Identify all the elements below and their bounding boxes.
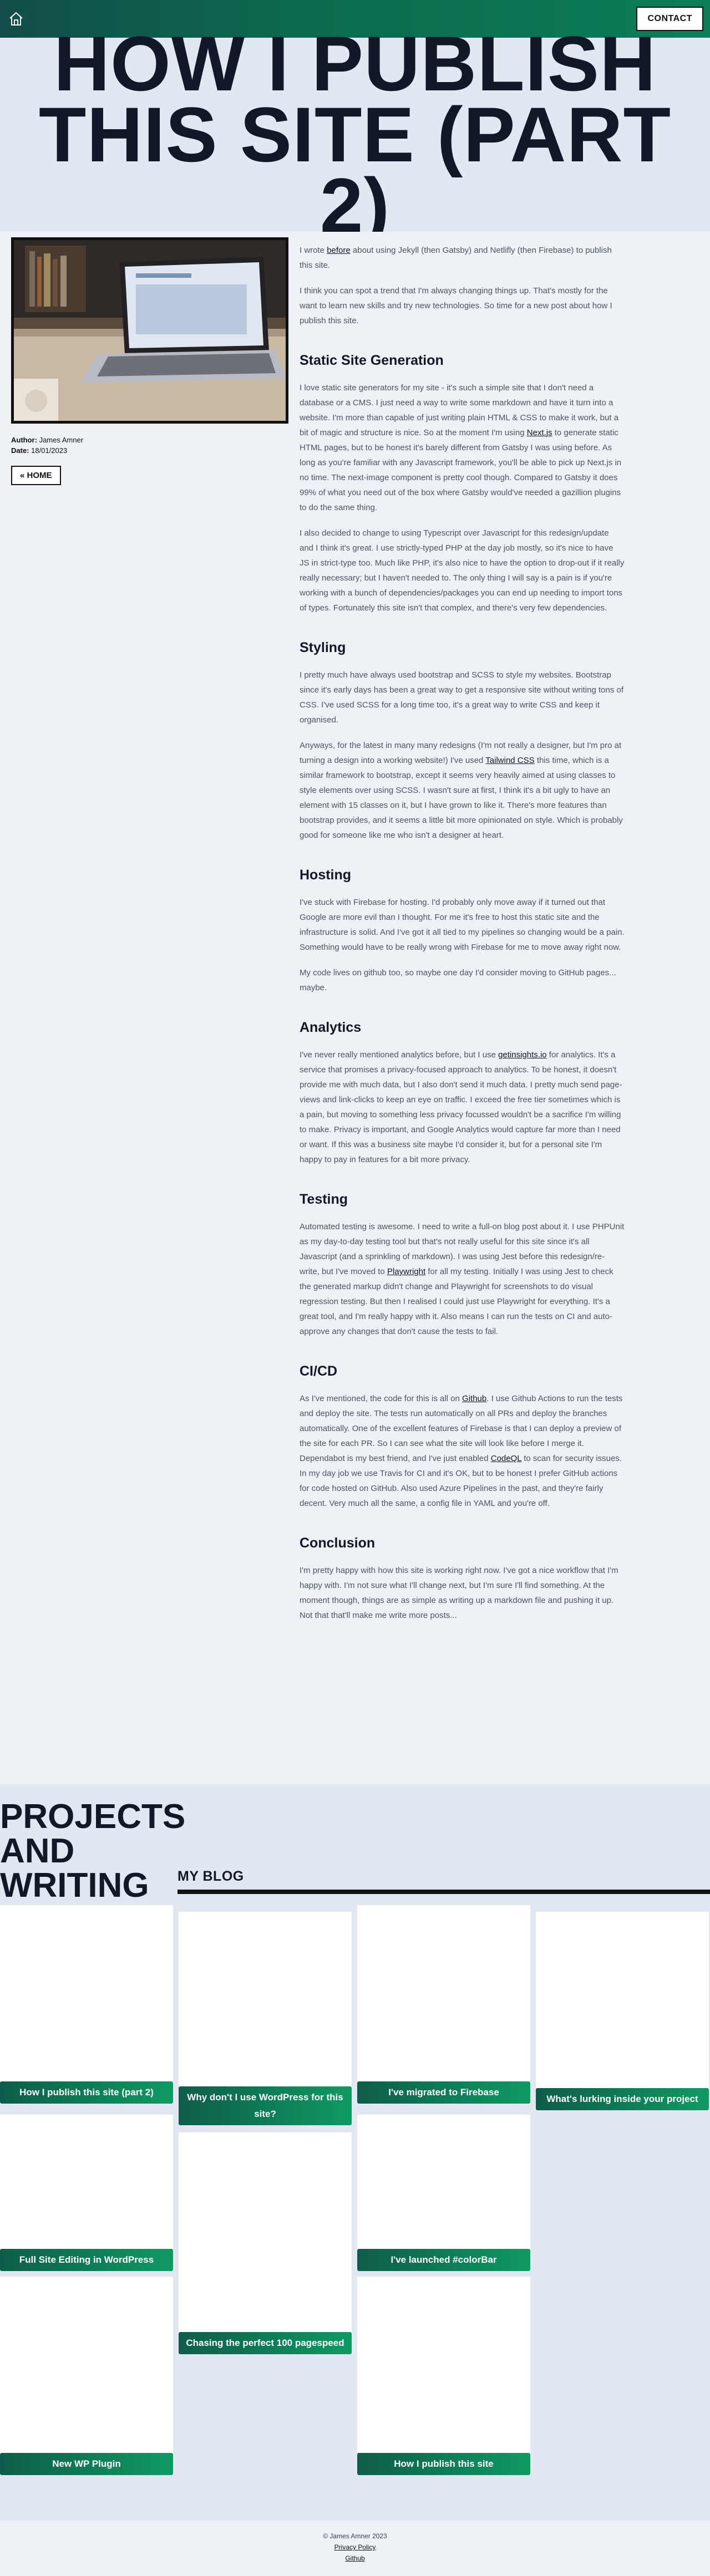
blog-card[interactable]: How I publish this site <box>357 2277 530 2475</box>
divider <box>178 1890 710 1894</box>
paragraph: My code lives on github too, so maybe on… <box>300 968 616 992</box>
blog-card[interactable]: Full Site Editing in WordPress <box>0 2115 173 2271</box>
projects-section: PROJECTS AND WRITING MY BLOG How I publi… <box>0 1784 710 2521</box>
date-line: Date: 18/01/2023 <box>11 446 68 455</box>
home-back-button[interactable]: « HOME <box>11 466 61 485</box>
heading-hosting: Hosting <box>300 867 352 883</box>
blog-card[interactable]: I've migrated to Firebase <box>357 1905 530 2104</box>
heading-testing: Testing <box>300 1192 348 1207</box>
blog-card[interactable]: How I publish this site (part 2) <box>0 1905 173 2104</box>
paragraph: I wrote before about using Jekyll (then … <box>300 246 612 270</box>
article-body: I wrote before about using Jekyll (then … <box>300 243 625 1633</box>
paragraph: I love static site generators for my sit… <box>300 383 622 512</box>
paragraph: As I've mentioned, the code for this is … <box>300 1394 623 1508</box>
article-aside: Author: James Amner Date: 18/01/2023 « H… <box>11 237 288 485</box>
blog-card-title: What's lurking inside your project <box>536 2088 709 2110</box>
heading-cicd: CI/CD <box>300 1363 338 1379</box>
blog-card-title: Full Site Editing in WordPress <box>0 2249 173 2271</box>
nextjs-link[interactable]: Next.js <box>527 428 552 437</box>
post-date: 18/01/2023 <box>31 446 68 455</box>
footer-github-link[interactable]: Github <box>0 2553 710 2564</box>
blog-card[interactable]: I've launched #colorBar <box>357 2115 530 2271</box>
paragraph: Automated testing is awesome. I need to … <box>300 1222 625 1336</box>
hero: HOW I PUBLISH THIS SITE (PART 2) <box>0 25 710 245</box>
author-line: Author: James Amner <box>11 436 84 444</box>
getinsights-link[interactable]: getinsights.io <box>498 1050 547 1060</box>
projects-title: PROJECTS AND WRITING <box>0 1798 186 1905</box>
copyright: © James Amner 2023 <box>323 2532 387 2540</box>
blog-card-title: I've launched #colorBar <box>357 2249 530 2271</box>
my-blog-label: MY BLOG <box>178 1869 244 1884</box>
paragraph: I've stuck with Firebase for hosting. I'… <box>300 898 625 952</box>
blog-card[interactable]: What's lurking inside your project <box>536 1912 709 2110</box>
codeql-link[interactable]: CodeQL <box>491 1454 521 1463</box>
privacy-policy-link[interactable]: Privacy Policy <box>0 2542 710 2553</box>
home-icon[interactable] <box>7 9 26 28</box>
blog-card-title: I've migrated to Firebase <box>357 2081 530 2104</box>
site-footer: © James Amner 2023 Privacy Policy Github <box>0 2521 710 2576</box>
blog-card-title: Chasing the perfect 100 pagespeed <box>179 2332 352 2354</box>
blog-card-title: How I publish this site (part 2) <box>0 2081 173 2104</box>
heading-analytics: Analytics <box>300 1020 362 1035</box>
paragraph: Anyways, for the latest in many many red… <box>300 741 623 840</box>
paragraph: I think you can spot a trend that I'm al… <box>300 286 612 325</box>
before-link[interactable]: before <box>327 246 351 255</box>
blog-card-title: How I publish this site <box>357 2453 530 2475</box>
playwright-link[interactable]: Playwright <box>387 1267 425 1276</box>
author-name: James Amner <box>39 436 84 444</box>
article-section: Author: James Amner Date: 18/01/2023 « H… <box>0 232 710 1784</box>
heading-styling: Styling <box>300 640 346 655</box>
blog-card[interactable]: Why don't I use WordPress for this site? <box>179 1912 352 2125</box>
github-link[interactable]: Github <box>462 1394 486 1403</box>
paragraph: I'm pretty happy with how this site is w… <box>300 1566 618 1620</box>
heading-static-site-generation: Static Site Generation <box>300 353 444 368</box>
blog-card[interactable]: Chasing the perfect 100 pagespeed <box>179 2132 352 2354</box>
paragraph: I've never really mentioned analytics be… <box>300 1050 622 1164</box>
blog-card[interactable]: New WP Plugin <box>0 2277 173 2475</box>
page-title: HOW I PUBLISH THIS SITE (PART 2) <box>38 20 672 249</box>
blog-card-title: New WP Plugin <box>0 2453 173 2475</box>
tailwind-link[interactable]: Tailwind CSS <box>485 756 534 765</box>
heading-conclusion: Conclusion <box>300 1535 376 1551</box>
paragraph: I pretty much have always used bootstrap… <box>300 670 624 725</box>
paragraph: I also decided to change to using Typesc… <box>300 528 625 613</box>
blog-card-title: Why don't I use WordPress for this site? <box>179 2086 352 2125</box>
feature-image <box>11 237 288 424</box>
